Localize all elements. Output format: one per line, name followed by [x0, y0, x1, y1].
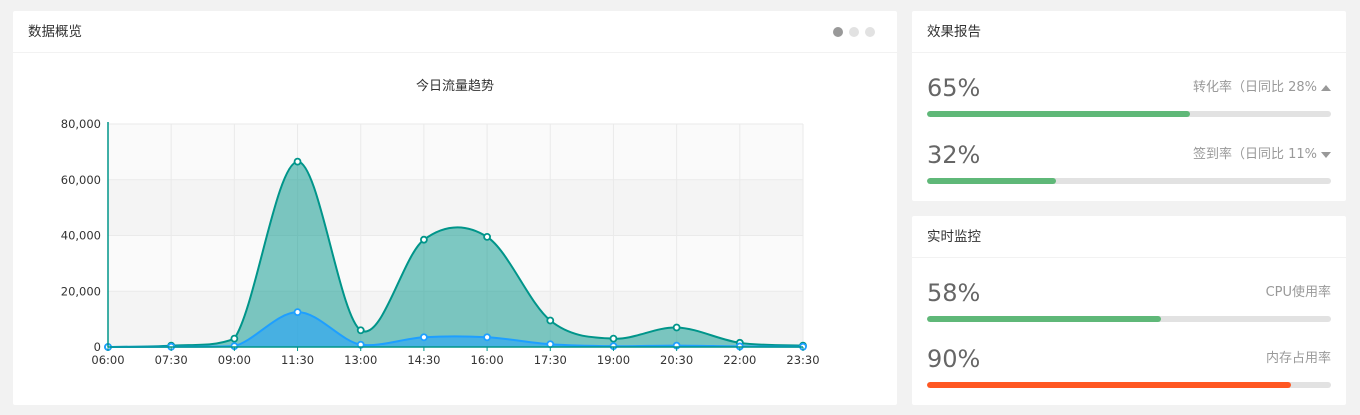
carousel-dot-3[interactable] [865, 27, 875, 37]
caret-up-icon [1321, 84, 1331, 91]
x-tick-label: 22:00 [723, 353, 756, 367]
conversion-rate-label: 转化率（日同比 28% [1193, 80, 1331, 96]
checkin-rate-progress-fill [927, 178, 1057, 184]
realtime-monitor-card: 实时监控 58% CPU使用率 90% 内存占用率 [912, 216, 1346, 405]
x-tick-label: 14:30 [407, 353, 440, 367]
data-overview-title: 数据概览 [13, 11, 897, 53]
series-1-point [293, 157, 302, 166]
series-1-point [483, 232, 491, 241]
conversion-rate-progress [927, 111, 1331, 117]
y-tick-label: 40,000 [61, 229, 101, 243]
caret-down-icon [1321, 151, 1331, 158]
x-tick-label: 23:30 [786, 353, 819, 367]
x-tick-label: 07:30 [155, 353, 188, 367]
conversion-rate-label-text: 转化率（日同比 28% [1192, 80, 1317, 95]
cpu-usage-progress-fill [927, 316, 1162, 322]
series-1-point [546, 316, 555, 325]
y-tick-label: 60,000 [61, 173, 101, 187]
x-tick-label: 16:00 [471, 353, 504, 367]
checkin-rate-progress [927, 178, 1331, 184]
cpu-usage-progress [927, 316, 1331, 322]
x-tick-label: 09:00 [218, 353, 251, 367]
checkin-rate-label: 签到率（日同比 11% [1193, 147, 1331, 163]
effect-report-title: 效果报告 [912, 11, 1346, 53]
conversion-rate-value: 65% [927, 74, 981, 102]
memory-usage-label: 内存占用率 [1265, 351, 1331, 366]
traffic-trend-chart: 今日流量趋势 0 20,000 40,000 60,000 80,000 06:00 07:… [61, 78, 820, 367]
cpu-usage-value: 58% [927, 279, 981, 307]
memory-usage-value: 90% [927, 345, 981, 373]
conversion-rate-progress-fill [927, 111, 1190, 117]
checkin-rate-value: 32% [927, 141, 981, 169]
x-tick-label: 11:30 [281, 353, 314, 367]
memory-usage-progress [927, 382, 1331, 388]
memory-usage-progress-fill [927, 382, 1291, 388]
series-1-point [356, 326, 365, 335]
carousel-dot-1[interactable] [833, 27, 843, 37]
x-tick-label: 17:30 [534, 353, 567, 367]
carousel-indicator [833, 27, 875, 37]
effect-report-card: 效果报告 65% 转化率（日同比 28% 32% 签到率（日同比 11% [912, 11, 1346, 201]
series-1-point [672, 323, 681, 332]
carousel-dot-2[interactable] [849, 27, 859, 37]
x-tick-label: 13:00 [344, 353, 377, 367]
y-tick-label: 0 [94, 340, 101, 354]
grid-band [108, 124, 803, 180]
series-2-point [483, 333, 491, 342]
series-1-point [420, 235, 428, 244]
series-1-point [609, 334, 618, 343]
y-tick-label: 20,000 [61, 284, 101, 298]
y-tick-label: 80,000 [61, 117, 101, 131]
x-tick-label: 20:30 [660, 353, 693, 367]
realtime-monitor-title: 实时监控 [912, 216, 1346, 258]
series-2-point [420, 333, 428, 342]
series-1-point [230, 334, 239, 343]
x-tick-label: 06:00 [91, 353, 124, 367]
chart-title: 今日流量趋势 [416, 78, 494, 94]
series-2-point [293, 308, 302, 317]
cpu-usage-label: CPU使用率 [1265, 285, 1331, 300]
x-tick-label: 19:00 [597, 353, 630, 367]
checkin-rate-label-text: 签到率（日同比 11% [1192, 147, 1317, 162]
data-overview-card: 数据概览 今日流量趋势 0 20,000 40,000 60,000 80,000 06:… [13, 11, 897, 405]
